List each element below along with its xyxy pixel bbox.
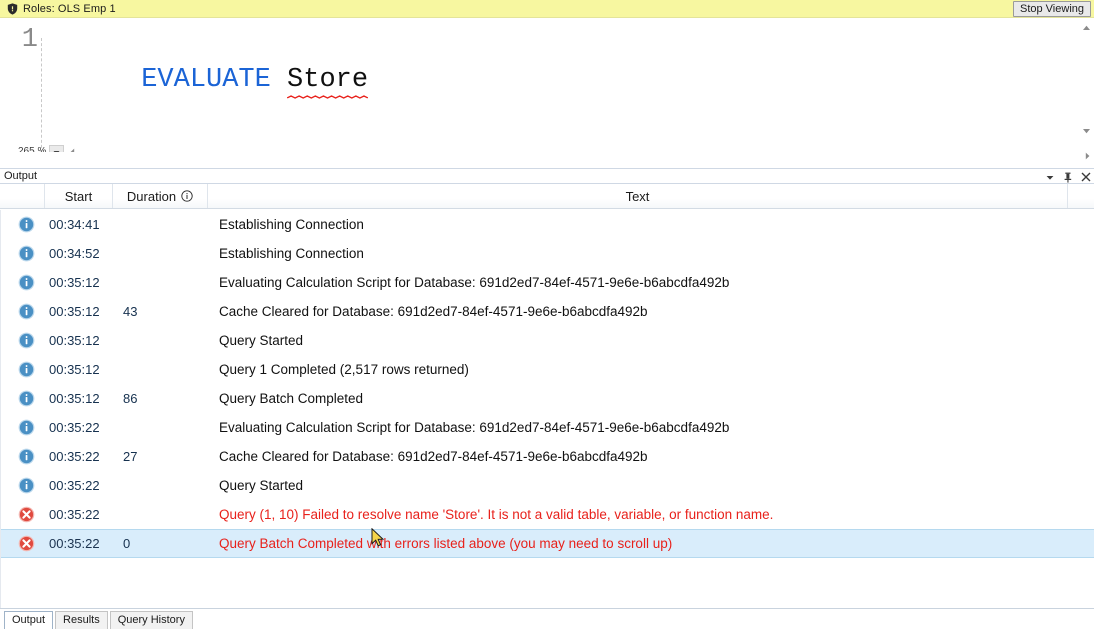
bottom-tab-strip[interactable]: Output Results Query History: [0, 608, 1094, 631]
pin-icon[interactable]: [1062, 172, 1073, 183]
chevron-down-icon[interactable]: [1044, 172, 1055, 183]
output-row[interactable]: 00:35:22 Query Started: [1, 471, 1094, 500]
error-squiggle-icon: [287, 95, 369, 99]
output-row-duration: 0: [123, 536, 131, 551]
output-row-start: 00:35:12: [49, 333, 100, 348]
output-row[interactable]: 00:35:22 27 Cache Cleared for Database: 69…: [1, 442, 1094, 471]
roles-banner: Roles: OLS Emp 1 Stop Viewing: [0, 0, 1094, 18]
output-row-start: 00:34:41: [49, 217, 100, 232]
output-row[interactable]: 00:35:22 0 Query Batch Completed with erro…: [1, 529, 1094, 558]
output-panel: Output Start Duration Text 00:34:41 Esta…: [0, 168, 1094, 608]
info-circle-icon: [17, 245, 35, 263]
column-header-duration[interactable]: Duration: [113, 184, 208, 208]
output-row-start: 00:35:12: [49, 391, 100, 406]
output-row-start: 00:35:22: [49, 420, 100, 435]
bottom-tab-results[interactable]: Results: [55, 611, 108, 629]
output-panel-title: Output: [4, 169, 38, 182]
dax-code-editor[interactable]: 1 EVALUATE Store: [0, 18, 1094, 153]
output-row-text: Establishing Connection: [219, 217, 364, 232]
info-circle-icon: [17, 274, 35, 292]
shield-icon: [5, 2, 19, 16]
output-row-text: Cache Cleared for Database: 691d2ed7-84e…: [219, 304, 648, 319]
output-panel-titlebar: Output: [0, 168, 1094, 184]
bottom-tab-output[interactable]: Output: [4, 611, 54, 629]
output-row-start: 00:35:12: [49, 275, 100, 290]
identifier-text: Store: [287, 65, 369, 95]
output-row[interactable]: 00:34:41 Establishing Connection: [1, 210, 1094, 239]
output-row-start: 00:35:22: [49, 507, 100, 522]
output-row-text: Evaluating Calculation Script for Databa…: [219, 275, 730, 290]
column-header-text[interactable]: Text: [208, 184, 1068, 208]
output-grid-header: Start Duration Text: [0, 184, 1094, 209]
output-row-text: Evaluating Calculation Script for Databa…: [219, 420, 730, 435]
column-header-start[interactable]: Start: [45, 184, 113, 208]
output-row-text: Query Started: [219, 478, 304, 493]
column-header-duration-label: Duration: [126, 188, 177, 204]
scroll-up-arrow-icon[interactable]: [1079, 20, 1094, 35]
roles-label: Roles: OLS Emp 1: [23, 2, 116, 15]
output-row-start: 00:35:12: [49, 362, 100, 377]
editor-vertical-scrollbar[interactable]: [1079, 18, 1094, 144]
output-row-start: 00:35:22: [49, 536, 100, 551]
info-circle-icon: [17, 477, 35, 495]
output-row[interactable]: 00:35:12 86 Query Batch Completed: [1, 384, 1094, 413]
info-circle-icon[interactable]: [181, 190, 193, 202]
output-row-start: 00:35:22: [49, 478, 100, 493]
scroll-right-arrow-icon[interactable]: [1085, 152, 1090, 160]
output-row-duration: 43: [123, 304, 138, 319]
output-row-start: 00:35:12: [49, 304, 100, 319]
info-circle-icon: [17, 390, 35, 408]
output-row[interactable]: 00:35:22 Query (1, 10) Failed to resolve …: [1, 500, 1094, 529]
output-row-text: Cache Cleared for Database: 691d2ed7-84e…: [219, 449, 648, 464]
editor-horizontal-scrollbar[interactable]: [0, 152, 1094, 162]
output-row[interactable]: 00:35:22 Evaluating Calculation Script fo…: [1, 413, 1094, 442]
info-circle-icon: [17, 303, 35, 321]
output-row[interactable]: 00:34:52 Establishing Connection: [1, 239, 1094, 268]
output-row-text: Query 1 Completed (2,517 rows returned): [219, 362, 469, 377]
info-circle-icon: [17, 419, 35, 437]
output-row-text: Query Started: [219, 333, 304, 348]
error-circle-icon: [17, 535, 35, 553]
bottom-tab-query-history[interactable]: Query History: [109, 611, 193, 629]
line-number: 1: [21, 25, 38, 55]
output-row-text: Query Batch Completed: [219, 391, 364, 406]
output-row[interactable]: 00:35:12 Evaluating Calculation Script fo…: [1, 268, 1094, 297]
output-row-duration: 27: [123, 449, 138, 464]
stop-viewing-button[interactable]: Stop Viewing: [1012, 1, 1091, 17]
output-row-duration: 86: [123, 391, 138, 406]
output-row[interactable]: 00:35:12 Query Started: [1, 326, 1094, 355]
close-icon[interactable]: [1080, 172, 1091, 183]
info-circle-icon: [17, 361, 35, 379]
info-circle-icon: [17, 332, 35, 350]
output-row-text: Establishing Connection: [219, 246, 364, 261]
output-row-text: Query Batch Completed with errors listed…: [219, 536, 673, 551]
info-circle-icon: [17, 216, 35, 234]
output-row-start: 00:34:52: [49, 246, 100, 261]
error-circle-icon: [17, 506, 35, 524]
output-row[interactable]: 00:35:12 43 Cache Cleared for Database: 69…: [1, 297, 1094, 326]
output-grid-body[interactable]: 00:34:41 Establishing Connection 00:34:52 E…: [0, 210, 1094, 608]
code-token-keyword: EVALUATE: [141, 65, 271, 95]
output-row-text: Query (1, 10) Failed to resolve name 'St…: [219, 507, 774, 522]
output-row[interactable]: 00:35:12 Query 1 Completed (2,517 rows re…: [1, 355, 1094, 384]
scroll-down-arrow-icon[interactable]: [1079, 123, 1094, 138]
code-token-identifier: Store: [287, 60, 369, 100]
output-row-start: 00:35:22: [49, 449, 100, 464]
column-header-severity[interactable]: [1, 184, 45, 208]
code-line-1[interactable]: 1 EVALUATE Store: [0, 20, 369, 99]
column-header-filler: [1068, 184, 1093, 208]
info-circle-icon: [17, 448, 35, 466]
